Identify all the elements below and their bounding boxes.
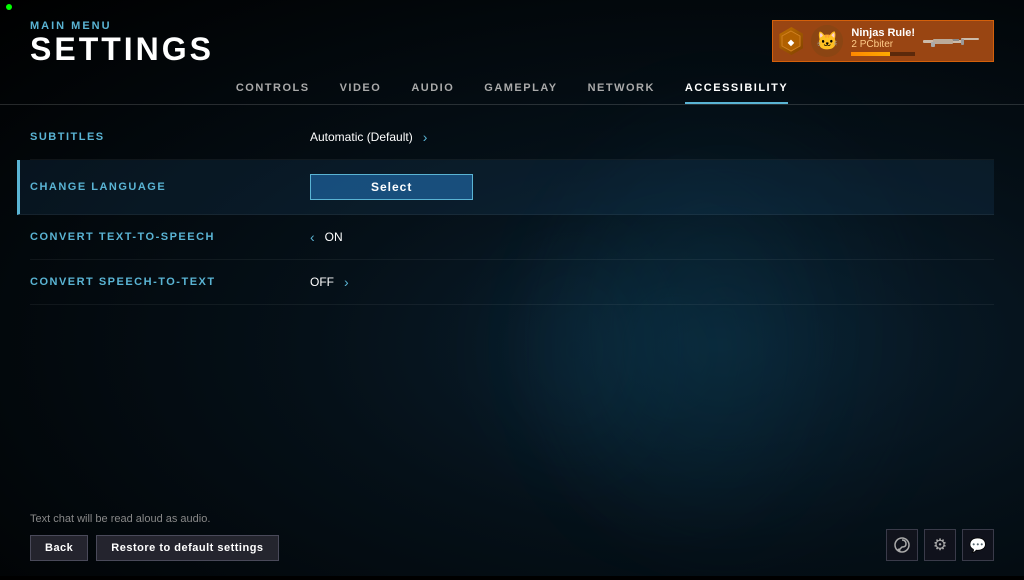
settings-row-language: CHANGE LANGUAGE Select	[17, 160, 994, 215]
svg-text:◆: ◆	[787, 38, 795, 47]
header: MAIN MENU SETTINGS ◆ 🐱 Ninjas Rule! 2 PC…	[0, 0, 1024, 67]
xp-bar	[851, 52, 915, 56]
chevron-right-stt-icon: ›	[344, 274, 349, 290]
tts-label: CONVERT TEXT-TO-SPEECH	[30, 231, 310, 243]
steam-button[interactable]	[886, 529, 918, 561]
select-button[interactable]: Select	[310, 174, 473, 200]
language-label: CHANGE LANGUAGE	[30, 181, 310, 193]
page-title: SETTINGS	[30, 32, 214, 67]
settings-row-subtitles: SUBTITLES Automatic (Default) ›	[30, 115, 994, 160]
bottom-right: ⚙ 💬	[886, 529, 994, 561]
user-profile: ◆ 🐱 Ninjas Rule! 2 PCbiter	[772, 20, 994, 62]
stt-value: OFF ›	[310, 274, 349, 290]
chat-icon: 💬	[969, 537, 986, 554]
chevron-right-icon: ›	[423, 129, 428, 145]
gear-icon: ⚙	[933, 535, 947, 555]
bottom-left: Text chat will be read aloud as audio. B…	[30, 513, 279, 561]
subtitles-label: SUBTITLES	[30, 131, 310, 143]
settings-row-stt: CONVERT SPEECH-TO-TEXT OFF ›	[30, 260, 994, 305]
tts-value: ‹ ON	[310, 229, 343, 245]
weapon-icon	[923, 32, 983, 50]
stt-label: CONVERT SPEECH-TO-TEXT	[30, 276, 310, 288]
tab-audio[interactable]: AUDIO	[411, 82, 454, 104]
settings-row-tts: CONVERT TEXT-TO-SPEECH ‹ ON	[30, 215, 994, 260]
tab-network[interactable]: NETWORK	[588, 82, 655, 104]
user-name: Ninjas Rule!	[851, 27, 915, 39]
settings-area: SUBTITLES Automatic (Default) › CHANGE L…	[0, 105, 1024, 503]
language-value: Select	[310, 174, 473, 200]
stt-value-text: OFF	[310, 275, 334, 289]
steam-icon	[893, 536, 911, 554]
tab-gameplay[interactable]: GAMEPLAY	[484, 82, 557, 104]
user-rank: 2 PCbiter	[851, 39, 915, 50]
subtitles-value: Automatic (Default) ›	[310, 129, 427, 145]
avatar: 🐱	[811, 25, 843, 57]
subtitles-value-text: Automatic (Default)	[310, 130, 413, 144]
nav-tabs: CONTROLS VIDEO AUDIO GAMEPLAY NETWORK AC…	[0, 72, 1024, 105]
bottom-buttons: Back Restore to default settings	[30, 535, 279, 561]
tab-accessibility[interactable]: ACCESSIBILITY	[685, 82, 788, 104]
xp-fill	[851, 52, 889, 56]
chat-button[interactable]: 💬	[962, 529, 994, 561]
restore-defaults-button[interactable]: Restore to default settings	[96, 535, 278, 561]
user-info: Ninjas Rule! 2 PCbiter	[851, 27, 915, 56]
status-indicator	[6, 4, 12, 10]
hint-text: Text chat will be read aloud as audio.	[30, 513, 279, 525]
tab-video[interactable]: VIDEO	[340, 82, 382, 104]
chevron-left-icon: ‹	[310, 229, 315, 245]
tab-controls[interactable]: CONTROLS	[236, 82, 310, 104]
main-content: MAIN MENU SETTINGS ◆ 🐱 Ninjas Rule! 2 PC…	[0, 0, 1024, 576]
settings-button[interactable]: ⚙	[924, 529, 956, 561]
back-button[interactable]: Back	[30, 535, 88, 561]
tts-value-text: ON	[325, 230, 343, 244]
rank-badge: ◆	[779, 27, 803, 55]
title-section: MAIN MENU SETTINGS	[30, 20, 214, 67]
bottom-area: Text chat will be read aloud as audio. B…	[0, 503, 1024, 576]
